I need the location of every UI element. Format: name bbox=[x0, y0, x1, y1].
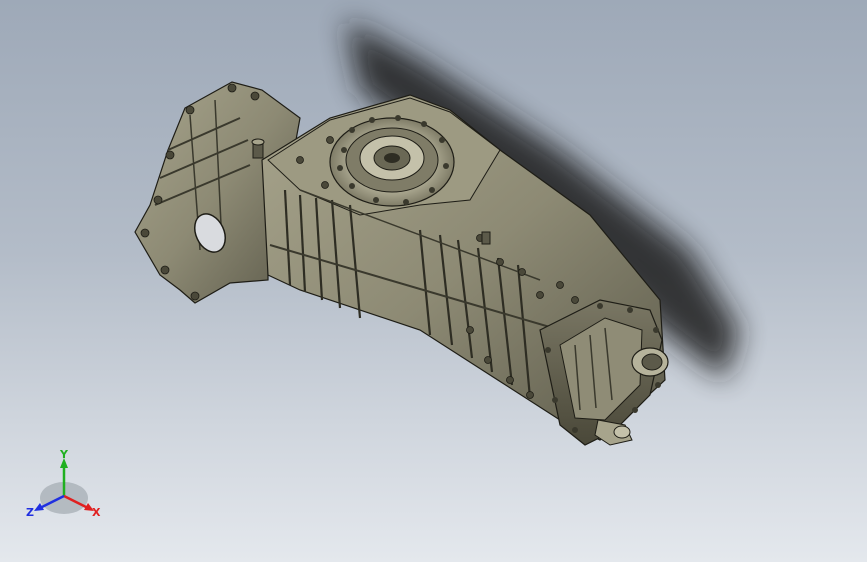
x-axis-label: X bbox=[92, 506, 101, 519]
y-axis-label: Y bbox=[59, 448, 69, 461]
z-axis-label: Z bbox=[26, 506, 34, 519]
coordinate-triad[interactable]: Y X Z bbox=[24, 446, 108, 530]
graphics-viewport[interactable]: Y X Z bbox=[0, 0, 867, 562]
gearbox-model[interactable] bbox=[0, 0, 867, 562]
end-cover bbox=[539, 299, 669, 446]
